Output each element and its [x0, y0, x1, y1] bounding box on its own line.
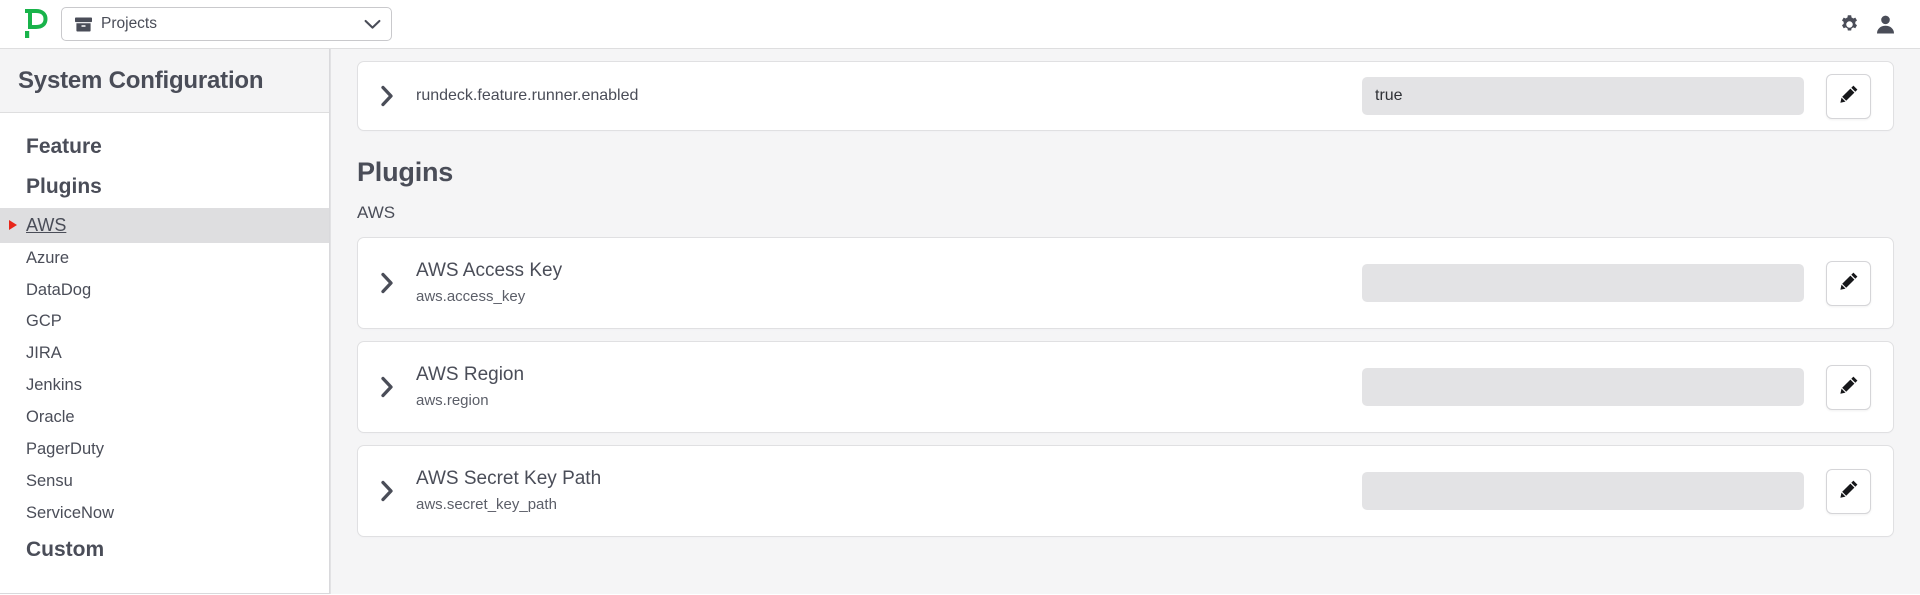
sidebar-item-aws[interactable]: AWS — [0, 207, 329, 243]
sidebar-item-label: ServiceNow — [26, 503, 115, 522]
config-row-text: AWS Region aws.region — [416, 362, 1362, 412]
config-title: AWS Access Key — [416, 259, 563, 281]
config-value-input[interactable]: true — [1362, 77, 1804, 115]
main-content: rundeck.feature.runner.enabled true Plug… — [330, 49, 1920, 594]
sidebar-header: System Configuration — [0, 49, 329, 113]
chevron-right-icon[interactable] — [380, 376, 416, 398]
pencil-icon — [1838, 374, 1860, 401]
sidebar-group-label: Plugins — [26, 175, 102, 199]
active-marker-icon — [9, 220, 17, 231]
config-row-aws-secret-key-path: AWS Secret Key Path aws.secret_key_path — [357, 445, 1894, 537]
sidebar-group-label: Feature — [26, 135, 102, 158]
app-root: Projects System Configuration Feature Pl… — [0, 0, 1920, 595]
chevron-right-icon[interactable] — [380, 480, 416, 502]
rundeck-p-logo-icon[interactable] — [18, 7, 52, 41]
sidebar-item-label: Azure — [26, 248, 70, 267]
page-title: System Configuration — [18, 66, 264, 94]
config-key: aws.secret_key_path — [416, 495, 557, 513]
config-value-input[interactable] — [1362, 264, 1804, 302]
navbar-actions — [1838, 13, 1902, 35]
edit-button[interactable] — [1826, 364, 1871, 410]
sidebar-item-jenkins[interactable]: Jenkins — [0, 370, 329, 402]
sidebar-group-custom[interactable]: Custom — [0, 530, 329, 570]
sidebar-nav-list: Feature Plugins AWS Azure DataDog GCP JI… — [0, 113, 329, 593]
config-row-aws-access-key: AWS Access Key aws.access_key — [357, 237, 1894, 329]
sidebar-item-oracle[interactable]: Oracle — [0, 402, 329, 434]
config-title: AWS Region — [416, 363, 525, 385]
edit-button[interactable] — [1826, 468, 1871, 514]
sidebar-item-label: JIRA — [26, 344, 62, 363]
sidebar-column: System Configuration Feature Plugins AWS — [0, 49, 330, 595]
sidebar-group-plugins[interactable]: Plugins — [0, 167, 329, 207]
user-icon[interactable] — [1874, 13, 1896, 35]
config-row-text: AWS Secret Key Path aws.secret_key_path — [416, 466, 1362, 516]
sidebar-group-feature[interactable]: Feature — [0, 127, 329, 167]
chevron-right-icon[interactable] — [380, 85, 416, 107]
sidebar-panel: System Configuration Feature Plugins AWS — [0, 49, 330, 594]
config-row-feature: rundeck.feature.runner.enabled true — [357, 61, 1894, 131]
sidebar-item-label: Oracle — [26, 408, 75, 427]
edit-button[interactable] — [1826, 73, 1871, 119]
config-row-text: AWS Access Key aws.access_key — [416, 258, 1362, 308]
body-wrapper: System Configuration Feature Plugins AWS — [0, 49, 1920, 595]
chevron-right-icon[interactable] — [380, 272, 416, 294]
sidebar-item-label: DataDog — [26, 280, 92, 299]
config-title: AWS Secret Key Path — [416, 467, 602, 489]
config-key: aws.region — [416, 391, 489, 409]
plugins-group-label: AWS — [357, 203, 396, 222]
sidebar-item-label: Jenkins — [26, 376, 82, 395]
sidebar-item-datadog[interactable]: DataDog — [0, 275, 329, 307]
box-archive-icon — [75, 17, 92, 32]
config-value-text: true — [1375, 87, 1403, 104]
pencil-icon — [1838, 478, 1860, 505]
sidebar-item-label: Sensu — [26, 472, 73, 491]
config-value-input[interactable] — [1362, 472, 1804, 510]
config-key: aws.access_key — [416, 287, 526, 305]
sidebar-group-label: Custom — [26, 537, 105, 561]
gear-icon[interactable] — [1838, 13, 1860, 35]
sidebar-item-label: PagerDuty — [26, 440, 104, 459]
project-selector[interactable]: Projects — [61, 7, 392, 41]
config-row-text: rundeck.feature.runner.enabled — [416, 85, 1362, 107]
top-navbar: Projects — [0, 0, 1920, 49]
edit-button[interactable] — [1826, 260, 1871, 306]
config-key: rundeck.feature.runner.enabled — [416, 87, 639, 105]
plugins-section-heading: Plugins — [357, 157, 454, 187]
sidebar-item-pagerduty[interactable]: PagerDuty — [0, 434, 329, 466]
pencil-icon — [1838, 83, 1860, 110]
config-row-aws-region: AWS Region aws.region — [357, 341, 1894, 433]
sidebar-item-gcp[interactable]: GCP — [0, 306, 329, 338]
sidebar-item-label: AWS — [26, 214, 67, 235]
project-selector-label: Projects — [101, 15, 157, 33]
chevron-down-icon — [364, 19, 381, 30]
sidebar-item-jira[interactable]: JIRA — [0, 338, 329, 370]
pencil-icon — [1838, 270, 1860, 297]
config-value-input[interactable] — [1362, 368, 1804, 406]
sidebar-item-label: GCP — [26, 312, 62, 331]
sidebar-item-azure[interactable]: Azure — [0, 243, 329, 275]
sidebar-item-servicenow[interactable]: ServiceNow — [0, 498, 329, 530]
sidebar-item-sensu[interactable]: Sensu — [0, 466, 329, 498]
